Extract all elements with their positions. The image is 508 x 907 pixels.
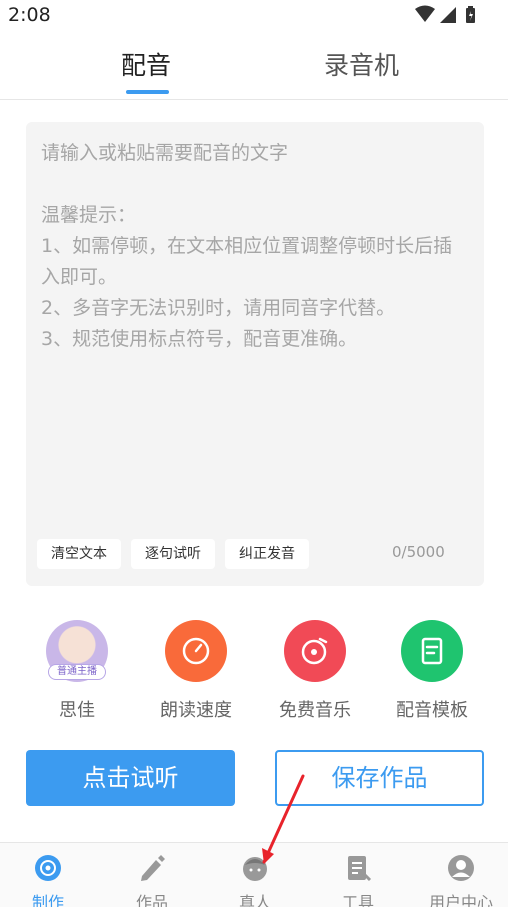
- reading-speed-label: 朗读速度: [160, 700, 232, 721]
- clear-text-button[interactable]: 清空文本: [37, 539, 121, 569]
- voice-badge: 普通主播: [48, 664, 106, 680]
- nav-works-label: 作品: [135, 893, 168, 907]
- nav-make[interactable]: 制作: [0, 853, 98, 907]
- nav-tools-label: 工具: [341, 893, 374, 907]
- voice-name: 思佳: [59, 700, 95, 721]
- signal-icon: [440, 7, 456, 23]
- pencil-icon: [141, 855, 165, 881]
- voice-avatar[interactable]: 普通主播: [46, 620, 108, 682]
- reading-speed-button[interactable]: 朗读速度: [136, 620, 256, 722]
- nav-works[interactable]: 作品: [102, 853, 202, 907]
- free-music-label: 免费音乐: [279, 700, 351, 721]
- status-bar: 2:08: [0, 0, 508, 30]
- char-counter: 0/5000: [392, 543, 445, 561]
- dubbing-template-label: 配音模板: [396, 700, 468, 721]
- voice-selector[interactable]: 普通主播 思佳: [17, 620, 137, 722]
- speedometer-icon[interactable]: [165, 620, 227, 682]
- user-avatar-icon: [448, 855, 474, 881]
- make-disc-icon: [35, 855, 61, 881]
- dubbing-template-button[interactable]: 配音模板: [372, 620, 492, 722]
- bottom-nav: 制作 作品 真人 工具 用户中心: [0, 842, 508, 907]
- free-music-button[interactable]: 免费音乐: [255, 620, 375, 722]
- status-time: 2:08: [8, 4, 51, 26]
- sentence-preview-button[interactable]: 逐句试听: [131, 539, 215, 569]
- annotation-arrow-icon: [262, 774, 305, 864]
- nav-user-center[interactable]: 用户中心: [411, 853, 508, 907]
- status-icons: [415, 5, 475, 23]
- fix-pronunciation-button[interactable]: 纠正发音: [225, 539, 309, 569]
- tab-dubbing[interactable]: 配音: [121, 46, 171, 82]
- tab-recorder[interactable]: 录音机: [324, 46, 399, 82]
- wifi-icon: [415, 5, 435, 22]
- battery-icon: [466, 6, 475, 23]
- nav-real-label: 真人: [238, 893, 271, 907]
- document-icon[interactable]: [401, 620, 463, 682]
- listen-button[interactable]: 点击试听: [26, 750, 235, 806]
- editor-placeholder[interactable]: 请输入或粘贴需要配音的文字 温馨提示： 1、如需停顿，在文本相应位置调整停顿时长…: [41, 138, 471, 355]
- top-tabs: 配音 录音机: [0, 30, 508, 100]
- nav-make-label: 制作: [31, 893, 64, 907]
- tools-document-icon: [348, 856, 372, 882]
- text-editor[interactable]: 请输入或粘贴需要配音的文字 温馨提示： 1、如需停顿，在文本相应位置调整停顿时长…: [26, 122, 484, 586]
- active-tab-indicator: [126, 90, 169, 94]
- nav-tools[interactable]: 工具: [308, 853, 408, 907]
- nav-user-label: 用户中心: [428, 893, 493, 907]
- music-disc-icon[interactable]: [284, 620, 346, 682]
